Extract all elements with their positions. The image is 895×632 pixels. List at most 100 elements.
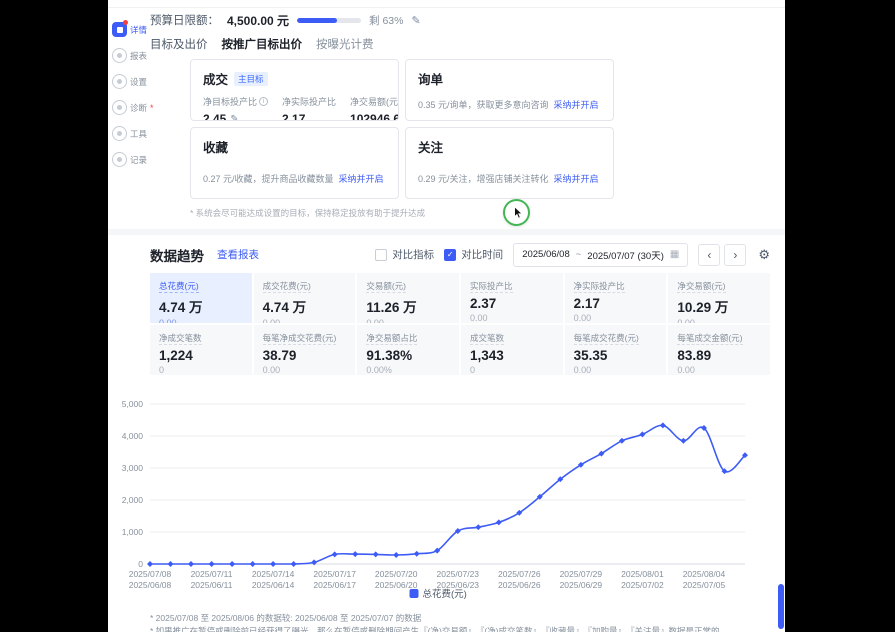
metric-compare-value: 0.00 xyxy=(159,318,243,323)
metric-label-text: 成交笔数 xyxy=(470,333,504,345)
metric-card-5[interactable]: 净实际投产比2.170.00 xyxy=(565,273,667,323)
svg-text:3,000: 3,000 xyxy=(122,463,144,473)
metric-label-text: 成交花费(元) xyxy=(263,281,311,293)
primary-goal-badge: 主目标 xyxy=(234,72,268,86)
metric-value: 4.74 万 xyxy=(159,296,243,316)
anchor-item-1[interactable]: 详情 xyxy=(112,22,158,37)
metric-card-10[interactable]: 成交笔数 1,343 0 xyxy=(461,325,563,375)
goal-metric-label-row: 净目标投产比i xyxy=(203,95,268,108)
metric-value: 1,343 xyxy=(470,348,554,363)
metric-value: 1,224 xyxy=(159,348,243,363)
goal-metric-label: 净目标投产比 xyxy=(203,95,257,108)
metric-value: 35.35 xyxy=(574,348,658,363)
svg-text:2025/07/23: 2025/07/23 xyxy=(436,569,479,579)
next-period-button[interactable]: › xyxy=(724,244,746,266)
metric-card-7[interactable]: 净成交笔数1,2240 xyxy=(150,325,252,375)
goal-card-header: 关注 xyxy=(418,137,601,156)
svg-text:2025/07/14: 2025/07/14 xyxy=(252,569,295,579)
metric-label: 每笔净成交花费(元) xyxy=(263,332,347,344)
anchor-item-5[interactable]: 工具 xyxy=(112,126,158,141)
section-divider xyxy=(108,229,785,235)
metric-label-text: 每笔成交花费(元) xyxy=(574,333,639,345)
metric-card-9[interactable]: 净交易额占比91.38%0.00% xyxy=(357,325,459,375)
metric-card-6[interactable]: 净交易额(元)10.29 万0.00 xyxy=(668,273,770,323)
metric-card-12[interactable]: 每笔成交金额(元)83.890.00 xyxy=(668,325,770,375)
adopt-enable-link[interactable]: 采纳并开启 xyxy=(554,174,599,184)
metric-value: 91.38% xyxy=(366,348,450,363)
goal-suggestion-desc: 0.27 元/收藏，提升商品收藏数量 xyxy=(203,174,334,184)
metric-compare-value: 0.00 xyxy=(574,365,658,375)
metric-label: 实际投产比 xyxy=(470,280,554,292)
goal-title: 成交 xyxy=(203,69,228,88)
goal-metric: 净实际投产比 2.17 xyxy=(282,95,336,121)
compare-time-checkbox[interactable]: ✓ 对比时间 xyxy=(444,247,503,262)
metric-compare-value: 0.00 xyxy=(263,365,347,375)
date-range-picker[interactable]: 2025/06/08 ~ 2025/07/07 (30天) ▦ xyxy=(513,243,688,267)
calendar-icon: ▦ xyxy=(670,249,679,260)
metric-label-text: 总花费(元) xyxy=(159,281,199,293)
anchor-icon xyxy=(112,100,127,115)
compare-metric-checkbox[interactable]: 对比指标 xyxy=(375,247,434,262)
svg-text:1,000: 1,000 xyxy=(122,527,144,537)
budget-amount: 4,500.00 元 xyxy=(227,12,289,29)
budget-remaining: 剩 63% xyxy=(369,13,403,28)
metric-card-4[interactable]: 实际投产比2.370.00 xyxy=(461,273,563,323)
anchor-item-6[interactable]: 记录 xyxy=(112,152,158,167)
anchor-label: 诊断 xyxy=(130,102,147,114)
scrollbar-thumb[interactable] xyxy=(778,584,784,629)
metric-card-1[interactable]: 总花费(元) 4.74 万 0.00 xyxy=(150,273,252,323)
date-start: 2025/06/08 xyxy=(522,249,570,260)
svg-text:0: 0 xyxy=(138,559,143,569)
anchor-label: 报表 xyxy=(130,50,147,62)
svg-text:2025/06/08: 2025/06/08 xyxy=(129,580,172,590)
metric-label-text: 净实际投产比 xyxy=(574,281,625,293)
svg-text:2025/06/17: 2025/06/17 xyxy=(313,580,356,590)
metric-value: 10.29 万 xyxy=(677,296,761,316)
metric-card-11[interactable]: 每笔成交花费(元) 35.35 0.00 xyxy=(565,325,667,375)
compare-time-label: 对比时间 xyxy=(461,247,503,262)
adopt-enable-link[interactable]: 采纳并开启 xyxy=(554,100,599,110)
edit-budget-icon[interactable]: ✎ xyxy=(411,14,420,27)
anchor-item-3[interactable]: 设置 xyxy=(112,74,158,89)
view-report-link[interactable]: 查看报表 xyxy=(217,247,259,262)
svg-text:2025/07/20: 2025/07/20 xyxy=(375,569,418,579)
goal-card-2: 询单0.35 元/询单，获取更多意向咨询采纳并开启 xyxy=(405,59,614,121)
info-icon[interactable]: i xyxy=(259,97,268,106)
metric-compare-value: 0.00 xyxy=(470,313,554,323)
settings-gear-icon[interactable]: ⚙ xyxy=(758,247,770,263)
metric-card-2[interactable]: 成交花费(元)4.74 万0.00 xyxy=(254,273,356,323)
anchor-item-4[interactable]: 诊断* xyxy=(112,100,158,115)
goal-cards-grid: 成交主目标净目标投产比i 2.45✎ 净实际投产比 2.17 净交易额(元) 102946… xyxy=(190,59,770,199)
goal-metric-value: 2.17 xyxy=(282,112,305,121)
budget-label: 预算日限额： xyxy=(150,12,219,28)
anchor-label: 详情 xyxy=(130,24,147,36)
goal-metric-label: 净交易额(元) xyxy=(350,95,399,108)
goal-metric-label-row: 净实际投产比 xyxy=(282,95,336,108)
trend-header-controls: 对比指标 ✓ 对比时间 2025/06/08 ~ 2025/07/07 (30天… xyxy=(375,243,770,267)
footnote-2: * 如果推广在暂停或删除前已经获得了曝光，那么在暂停或删除期间产生『(净)交易额… xyxy=(150,625,770,632)
metric-compare-value: 0 xyxy=(470,365,554,375)
trend-header: 数据趋势 查看报表 对比指标 ✓ 对比时间 2025/06/08 ~ xyxy=(150,242,770,267)
screen: 详情报表设置诊断*工具记录 预算日限额： 4,500.00 元 剩 63% ✎ … xyxy=(0,0,895,632)
tab-bid-by-impression[interactable]: 按曝光计费 xyxy=(316,36,374,52)
metric-label: 成交花费(元) xyxy=(263,280,347,292)
daily-budget-row: 预算日限额： 4,500.00 元 剩 63% ✎ xyxy=(150,12,770,28)
anchor-nav: 详情报表设置诊断* 工具记录 xyxy=(112,22,158,167)
prev-period-button[interactable]: ‹ xyxy=(698,244,720,266)
tab-bid-by-goal[interactable]: 按推广目标出价 xyxy=(222,36,303,52)
metric-label: 净交易额占比 xyxy=(366,332,450,344)
goal-card-3: 收藏0.27 元/收藏，提升商品收藏数量采纳并开启 xyxy=(190,127,399,199)
metric-label-text: 每笔成交金额(元) xyxy=(677,333,742,345)
goal-metric-value: 102946.60 xyxy=(350,112,399,121)
metric-card-8[interactable]: 每笔净成交花费(元)38.790.00 xyxy=(254,325,356,375)
adopt-enable-link[interactable]: 采纳并开启 xyxy=(339,174,384,184)
metric-card-3[interactable]: 交易额(元)11.26 万0.00 xyxy=(357,273,459,323)
goal-suggestion-row: 0.27 元/收藏，提升商品收藏数量采纳并开启 xyxy=(203,172,386,185)
budget-progress-bar xyxy=(297,18,361,23)
svg-text:2,000: 2,000 xyxy=(122,495,144,505)
edit-target-roi-icon[interactable]: ✎ xyxy=(230,114,238,122)
goal-metric-value-row: 2.45✎ xyxy=(203,112,268,121)
anchor-item-2[interactable]: 报表 xyxy=(112,48,158,63)
goal-title: 询单 xyxy=(418,69,443,88)
anchor-label: 工具 xyxy=(130,128,147,140)
